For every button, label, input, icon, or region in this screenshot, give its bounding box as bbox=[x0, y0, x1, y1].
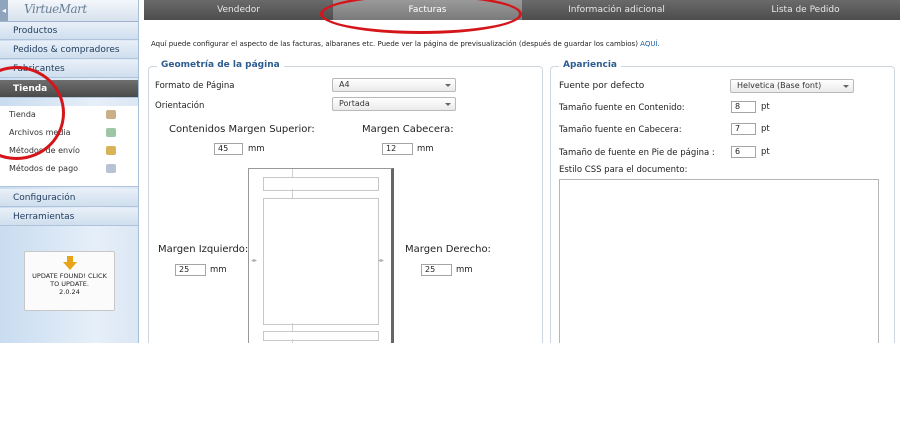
css-textarea[interactable] bbox=[559, 179, 879, 343]
top-margin-input[interactable]: 45 bbox=[214, 143, 243, 155]
content-size-label: Tamaño fuente en Contenido: bbox=[559, 103, 685, 113]
page-layout-diagram: ◂▸ ◂▸ bbox=[248, 168, 394, 343]
chevron-down-icon bbox=[445, 84, 451, 87]
content-area bbox=[263, 198, 379, 325]
left-margin-input[interactable]: 25 bbox=[175, 264, 206, 276]
header-size-unit: pt bbox=[761, 124, 770, 134]
content-size-input[interactable]: 8 bbox=[731, 101, 756, 113]
chevron-down-icon bbox=[843, 85, 849, 88]
header-size-input[interactable]: 7 bbox=[731, 123, 756, 135]
left-margin-label: Margen Izquierdo: bbox=[158, 244, 249, 255]
geometry-title: Geometría de la página bbox=[157, 60, 284, 70]
annotation-ellipse-tab bbox=[320, 0, 522, 34]
intro-body: Aquí puede configurar el aspecto de las … bbox=[151, 40, 638, 48]
right-arrow-icon: ◂▸ bbox=[378, 257, 385, 264]
bottom-margin-guide bbox=[292, 323, 293, 331]
payment-icon bbox=[106, 164, 116, 173]
right-margin-unit: mm bbox=[456, 265, 473, 275]
footer-size-input[interactable]: 6 bbox=[731, 146, 756, 158]
orientation-label: Orientación bbox=[155, 101, 205, 111]
right-margin-input[interactable]: 25 bbox=[421, 264, 452, 276]
virtuemart-logo: VirtueMart bbox=[24, 2, 87, 16]
screen: ◂ VirtueMart Productos Pedidos & comprad… bbox=[0, 0, 900, 343]
header-area bbox=[263, 177, 379, 191]
footer-size-label: Tamaño de fuente en Pie de página : bbox=[559, 148, 715, 158]
preview-link[interactable]: AQUÍ. bbox=[640, 40, 660, 48]
submenu-item-pago[interactable]: Métodos de pago bbox=[9, 161, 134, 177]
top-margin-label: Contenidos Margen Superior: bbox=[169, 124, 315, 135]
update-text: UPDATE FOUND! CLICK TO UPDATE. bbox=[32, 272, 107, 288]
sidebar: ◂ VirtueMart Productos Pedidos & comprad… bbox=[0, 0, 139, 343]
shop-icon bbox=[106, 110, 116, 119]
tab-vendedor[interactable]: Vendedor bbox=[144, 0, 333, 20]
intro-text: Aquí puede configurar el aspecto de las … bbox=[151, 40, 660, 48]
top-margin-guide bbox=[292, 189, 293, 198]
left-margin-unit: mm bbox=[210, 265, 227, 275]
font-select[interactable]: Helvetica (Base font) bbox=[730, 79, 854, 93]
truck-icon bbox=[106, 146, 116, 155]
tab-informacion-adicional[interactable]: Información adicional bbox=[522, 0, 711, 20]
update-button[interactable]: UPDATE FOUND! CLICK TO UPDATE. 2.0.24 bbox=[24, 251, 115, 311]
header-size-label: Tamaño fuente en Cabecera: bbox=[559, 125, 682, 135]
tab-bar: Vendedor Facturas Información adicional … bbox=[144, 0, 900, 20]
header-margin-input[interactable]: 12 bbox=[382, 143, 413, 155]
footer-margin-guide bbox=[292, 339, 293, 343]
menu-item-configuracion[interactable]: Configuración bbox=[0, 189, 138, 207]
css-label: Estilo CSS para el documento: bbox=[559, 165, 688, 175]
header-margin-guide bbox=[292, 169, 293, 177]
menu-item-herramientas[interactable]: Herramientas bbox=[0, 208, 138, 226]
submenu-label: Métodos de pago bbox=[9, 164, 79, 173]
font-label: Fuente por defecto bbox=[559, 81, 645, 91]
orientation-value: Portada bbox=[339, 99, 370, 108]
header-margin-unit: mm bbox=[417, 144, 434, 154]
format-value: A4 bbox=[339, 80, 350, 89]
left-arrow-icon: ◂▸ bbox=[251, 257, 258, 264]
top-margin-unit: mm bbox=[248, 144, 265, 154]
download-arrow-icon bbox=[62, 256, 77, 270]
tab-lista-de-pedido[interactable]: Lista de Pedido bbox=[711, 0, 900, 20]
chevron-down-icon bbox=[445, 103, 451, 106]
format-label: Formato de Página bbox=[155, 81, 235, 91]
collapse-arrow-icon[interactable]: ◂ bbox=[0, 0, 8, 21]
appearance-title: Apariencia bbox=[559, 60, 622, 70]
menu-item-pedidos[interactable]: Pedidos & compradores bbox=[0, 41, 138, 59]
footer-area bbox=[263, 331, 379, 341]
format-select[interactable]: A4 bbox=[332, 78, 456, 92]
header-margin-label: Margen Cabecera: bbox=[362, 124, 454, 135]
update-version: 2.0.24 bbox=[59, 288, 80, 296]
content-size-unit: pt bbox=[761, 102, 770, 112]
right-margin-label: Margen Derecho: bbox=[405, 244, 491, 255]
footer-size-unit: pt bbox=[761, 147, 770, 157]
media-icon bbox=[106, 128, 116, 137]
orientation-select[interactable]: Portada bbox=[332, 97, 456, 111]
logo-bar: ◂ VirtueMart bbox=[0, 0, 138, 22]
menu-item-productos[interactable]: Productos bbox=[0, 22, 138, 40]
font-value: Helvetica (Base font) bbox=[737, 81, 822, 90]
